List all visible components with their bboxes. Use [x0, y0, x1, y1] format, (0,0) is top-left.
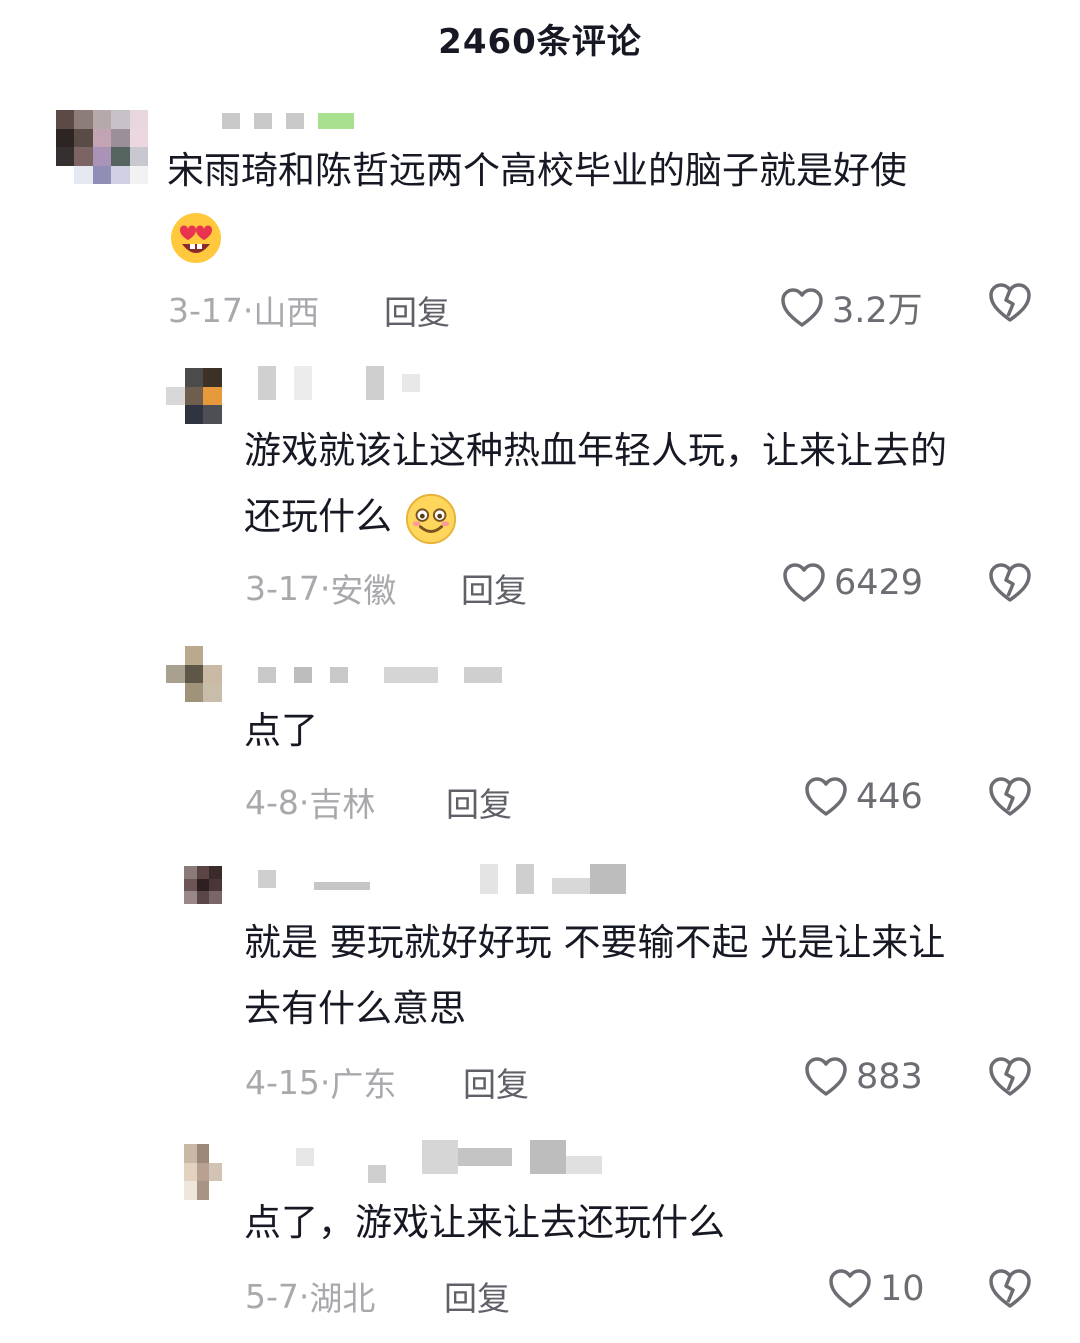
comment-date: 3-17: [168, 290, 243, 330]
comment-location: 安徽: [330, 571, 397, 610]
username-redacted[interactable]: [258, 366, 420, 400]
comment-text-line2-content: 还玩什么: [244, 495, 392, 538]
reply-button[interactable]: 回复: [463, 1058, 529, 1106]
like-button[interactable]: 883: [804, 1056, 923, 1098]
comment-text-line1: 就是 要玩就好好玩 不要输不起 光是让来让: [244, 921, 946, 964]
meta-separator: ·: [319, 1062, 331, 1102]
comment-location: 山西: [253, 293, 320, 332]
comment-text-line1: 游戏就该让这种热血年轻人玩，让来让去的: [244, 429, 947, 472]
broken-heart-icon[interactable]: [988, 1268, 1032, 1310]
broken-heart-icon[interactable]: [988, 562, 1032, 604]
comment-meta: 4-15 · 广东: [245, 1058, 396, 1106]
comment-meta: 5-7 · 湖北: [245, 1272, 375, 1320]
avatar[interactable]: [166, 368, 222, 424]
comment-meta: 4-8 · 吉林: [245, 778, 375, 826]
broken-heart-icon[interactable]: [988, 776, 1032, 818]
comment-date: 5-7: [245, 1276, 299, 1316]
comment-meta: 3-17 · 山西: [168, 286, 319, 334]
like-count: 10: [880, 1269, 925, 1309]
meta-separator: ·: [242, 290, 254, 330]
reply-button[interactable]: 回复: [384, 286, 450, 334]
smile-emoji: [405, 493, 456, 544]
reply-button[interactable]: 回复: [444, 1272, 510, 1320]
comment-date: 3-17: [245, 568, 320, 608]
comment-meta: 3-17 · 安徽: [245, 564, 396, 612]
like-button[interactable]: 446: [804, 776, 923, 818]
heart-outline-icon: [829, 1269, 871, 1308]
comment-text-line2: 去有什么意思: [244, 987, 466, 1030]
like-count: 446: [856, 777, 923, 817]
comment-text: 宋雨琦和陈哲远两个高校毕业的脑子就是好使: [167, 149, 907, 192]
heart-outline-icon: [783, 563, 825, 602]
like-button[interactable]: 6429: [782, 562, 923, 604]
comment-text: 点了: [244, 709, 318, 752]
like-button[interactable]: 10: [828, 1268, 925, 1310]
username-redacted[interactable]: [258, 864, 626, 894]
meta-separator: ·: [298, 1276, 310, 1316]
broken-heart-icon[interactable]: [988, 282, 1032, 324]
like-button[interactable]: 3.2万: [780, 282, 923, 333]
comment-count-title: 2460条评论: [438, 22, 642, 62]
heart-outline-icon: [781, 287, 823, 327]
avatar[interactable]: [184, 1144, 222, 1200]
comment-location: 湖北: [309, 1279, 376, 1318]
avatar[interactable]: [56, 110, 148, 184]
like-count: 883: [856, 1057, 923, 1097]
avatar[interactable]: [184, 866, 222, 904]
meta-separator: ·: [298, 782, 310, 822]
meta-separator: ·: [319, 568, 331, 608]
avatar[interactable]: [166, 646, 222, 702]
reply-button[interactable]: 回复: [461, 564, 527, 612]
comment-text-line2: 还玩什么: [244, 484, 458, 550]
heart-outline-icon: [805, 777, 847, 816]
username-redacted[interactable]: [296, 1140, 602, 1183]
heart-eyes-emoji: [171, 213, 221, 263]
username-redacted[interactable]: [222, 110, 354, 132]
broken-heart-icon[interactable]: [988, 1056, 1032, 1098]
username-redacted[interactable]: [258, 664, 502, 686]
comment-location: 吉林: [309, 785, 376, 824]
comment-date: 4-8: [245, 782, 299, 822]
comment-date: 4-15: [245, 1062, 320, 1102]
reply-button[interactable]: 回复: [446, 778, 512, 826]
like-count: 6429: [834, 563, 924, 603]
like-count: 3.2万: [832, 291, 923, 331]
comment-text: 点了，游戏让来让去还玩什么: [244, 1201, 725, 1244]
comment-location: 广东: [330, 1065, 397, 1104]
heart-outline-icon: [805, 1057, 847, 1096]
